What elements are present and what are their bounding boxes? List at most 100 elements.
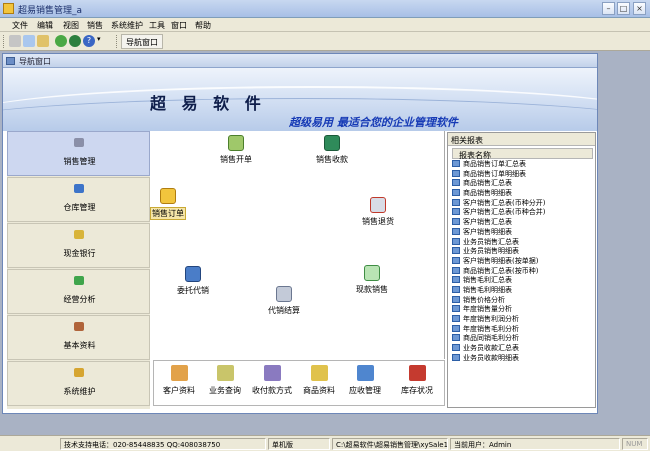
shortcut-products[interactable]: 商品资料 (294, 365, 344, 396)
menu-help[interactable]: 帮助 (195, 20, 211, 31)
report-label: 客户销售汇总表(币种合并) (463, 208, 546, 217)
sales-order-entry[interactable]: 销售开单 (220, 135, 252, 165)
menu-view[interactable]: 视图 (63, 20, 79, 31)
report-item[interactable]: 年度销售利润分析 (452, 315, 593, 325)
shortcut-receivables[interactable]: 应收管理 (340, 365, 390, 396)
maximize-button[interactable]: □ (617, 2, 630, 15)
menu-edit[interactable]: 编辑 (37, 20, 53, 31)
refresh-icon[interactable] (55, 35, 67, 47)
business-query-icon (216, 365, 234, 381)
report-item[interactable]: 销售价格分析 (452, 295, 593, 306)
toolbar-grip[interactable] (3, 35, 6, 48)
report-icon (452, 334, 460, 342)
cash-sale[interactable]: 现款销售 (356, 265, 388, 295)
report-item[interactable]: 年度销售量分析 (452, 305, 593, 315)
report-icon (452, 247, 460, 255)
nav-basic-data[interactable]: 基本资料 (7, 315, 150, 360)
consignment-label: 委托代销 (177, 286, 209, 295)
receivables-icon (356, 365, 374, 381)
shortcut-customers[interactable]: 客户资料 (154, 365, 204, 396)
report-item[interactable]: 客户销售汇总表(币种分开) (452, 198, 593, 209)
report-item[interactable]: 年度销售毛利分析 (452, 324, 593, 335)
window-icon (6, 57, 15, 65)
report-label: 客户销售明细表(按单据) (463, 256, 539, 265)
sales-return-label: 销售退货 (362, 217, 394, 226)
report-item[interactable]: 业务员销售汇总表 (452, 237, 593, 248)
report-label: 销售毛利汇总表 (463, 276, 512, 285)
sales-order[interactable]: 销售订单 (150, 188, 186, 220)
report-label: 客户销售汇总表 (463, 218, 512, 227)
menu-tools[interactable]: 工具 (149, 20, 165, 31)
app-icon (3, 3, 14, 14)
consignment[interactable]: 委托代销 (177, 266, 209, 296)
report-item[interactable]: 客户销售明细表 (452, 227, 593, 238)
report-item[interactable]: 商品销售汇总表 (452, 179, 593, 189)
toolbar-grip-2[interactable] (116, 35, 119, 48)
shortcut-payment-methods-label: 收付款方式 (252, 386, 292, 395)
nav-system[interactable]: 系统维护 (7, 361, 150, 406)
minimize-button[interactable]: – (602, 2, 615, 15)
status-support: 技术支持电话：020-85448835 QQ:408038750 (60, 438, 266, 450)
sales-icon (74, 138, 84, 147)
sales-receipt[interactable]: 销售收款 (316, 135, 348, 165)
menu-file[interactable]: 文件 (12, 20, 28, 31)
report-item[interactable]: 客户销售明细表(按单据) (452, 256, 593, 267)
report-icon (452, 189, 460, 197)
warehouse-icon (74, 184, 84, 193)
report-item[interactable]: 业务员销售明细表 (452, 247, 593, 257)
nav-warehouse[interactable]: 仓库管理 (7, 177, 150, 222)
sales-return[interactable]: 销售退货 (362, 197, 394, 227)
report-item[interactable]: 业务员收款明细表 (452, 353, 593, 364)
nav-window-titlebar: 导航窗口 (3, 54, 597, 68)
consignment-icon (185, 266, 201, 282)
help-icon[interactable]: ? (83, 35, 95, 47)
globe-icon[interactable] (69, 35, 81, 47)
cut-icon[interactable] (9, 35, 21, 47)
report-label: 商品销售订单明细表 (463, 169, 526, 178)
paste-icon[interactable] (37, 35, 49, 47)
shortcut-business-query[interactable]: 业务查询 (200, 365, 250, 396)
close-button[interactable]: × (633, 2, 646, 15)
report-icon (452, 218, 460, 226)
system-key-icon (74, 368, 84, 377)
report-icon (452, 324, 460, 332)
status-edition: 单机版 (268, 438, 330, 450)
report-label: 销售毛利明细表 (463, 285, 512, 294)
brand-slogan: 超级易用 最适合您的企业管理软件 (289, 116, 458, 129)
analysis-chart-icon (74, 276, 84, 285)
report-icon (452, 237, 460, 245)
report-item[interactable]: 客户销售汇总表(币种合并) (452, 208, 593, 218)
report-icon (452, 266, 460, 274)
report-item[interactable]: 客户销售汇总表 (452, 218, 593, 228)
nav-cash[interactable]: 现金银行 (7, 223, 150, 268)
menu-sales[interactable]: 销售 (87, 20, 103, 31)
reports-column-header[interactable]: 报表名称 (452, 148, 593, 160)
menu-window[interactable]: 窗口 (171, 20, 187, 31)
toolbar-chevron-icon[interactable]: ▾ (97, 35, 103, 47)
report-item[interactable]: 销售毛利明细表 (452, 285, 593, 296)
menu-system[interactable]: 系统维护 (111, 20, 143, 31)
shortcut-inventory[interactable]: 库存状况 (392, 365, 442, 396)
report-item[interactable]: 商品同销毛利分析 (452, 334, 593, 344)
report-icon (452, 227, 460, 235)
nav-cash-label: 现金银行 (63, 249, 96, 258)
nav-window-button[interactable]: 导航窗口 (121, 34, 163, 49)
copy-icon[interactable] (23, 35, 35, 47)
report-item[interactable]: 销售毛利汇总表 (452, 276, 593, 286)
nav-sales[interactable]: 销售管理 (7, 131, 150, 176)
sales-receipt-label: 销售收款 (316, 155, 348, 164)
report-label: 年度销售利润分析 (463, 315, 519, 323)
report-item[interactable]: 商品销售汇总表(按币种) (452, 266, 593, 277)
report-item[interactable]: 业务员收款汇总表 (452, 344, 593, 354)
nav-analysis-label: 经营分析 (63, 295, 96, 304)
report-label: 商品销售订单汇总表 (463, 160, 526, 168)
app-window: 超易销售管理_a – □ × 文件 编辑 视图 销售 系统维护 工具 窗口 帮助… (0, 0, 650, 451)
consignment-settlement[interactable]: 代销结算 (268, 286, 300, 316)
report-item[interactable]: 商品销售明细表 (452, 189, 593, 199)
report-icon (452, 169, 460, 177)
report-item[interactable]: 商品销售订单汇总表 (452, 160, 593, 170)
nav-analysis[interactable]: 经营分析 (7, 269, 150, 314)
report-item[interactable]: 商品销售订单明细表 (452, 169, 593, 180)
shortcut-payment-methods[interactable]: 收付款方式 (247, 365, 297, 396)
cash-icon (74, 230, 84, 239)
